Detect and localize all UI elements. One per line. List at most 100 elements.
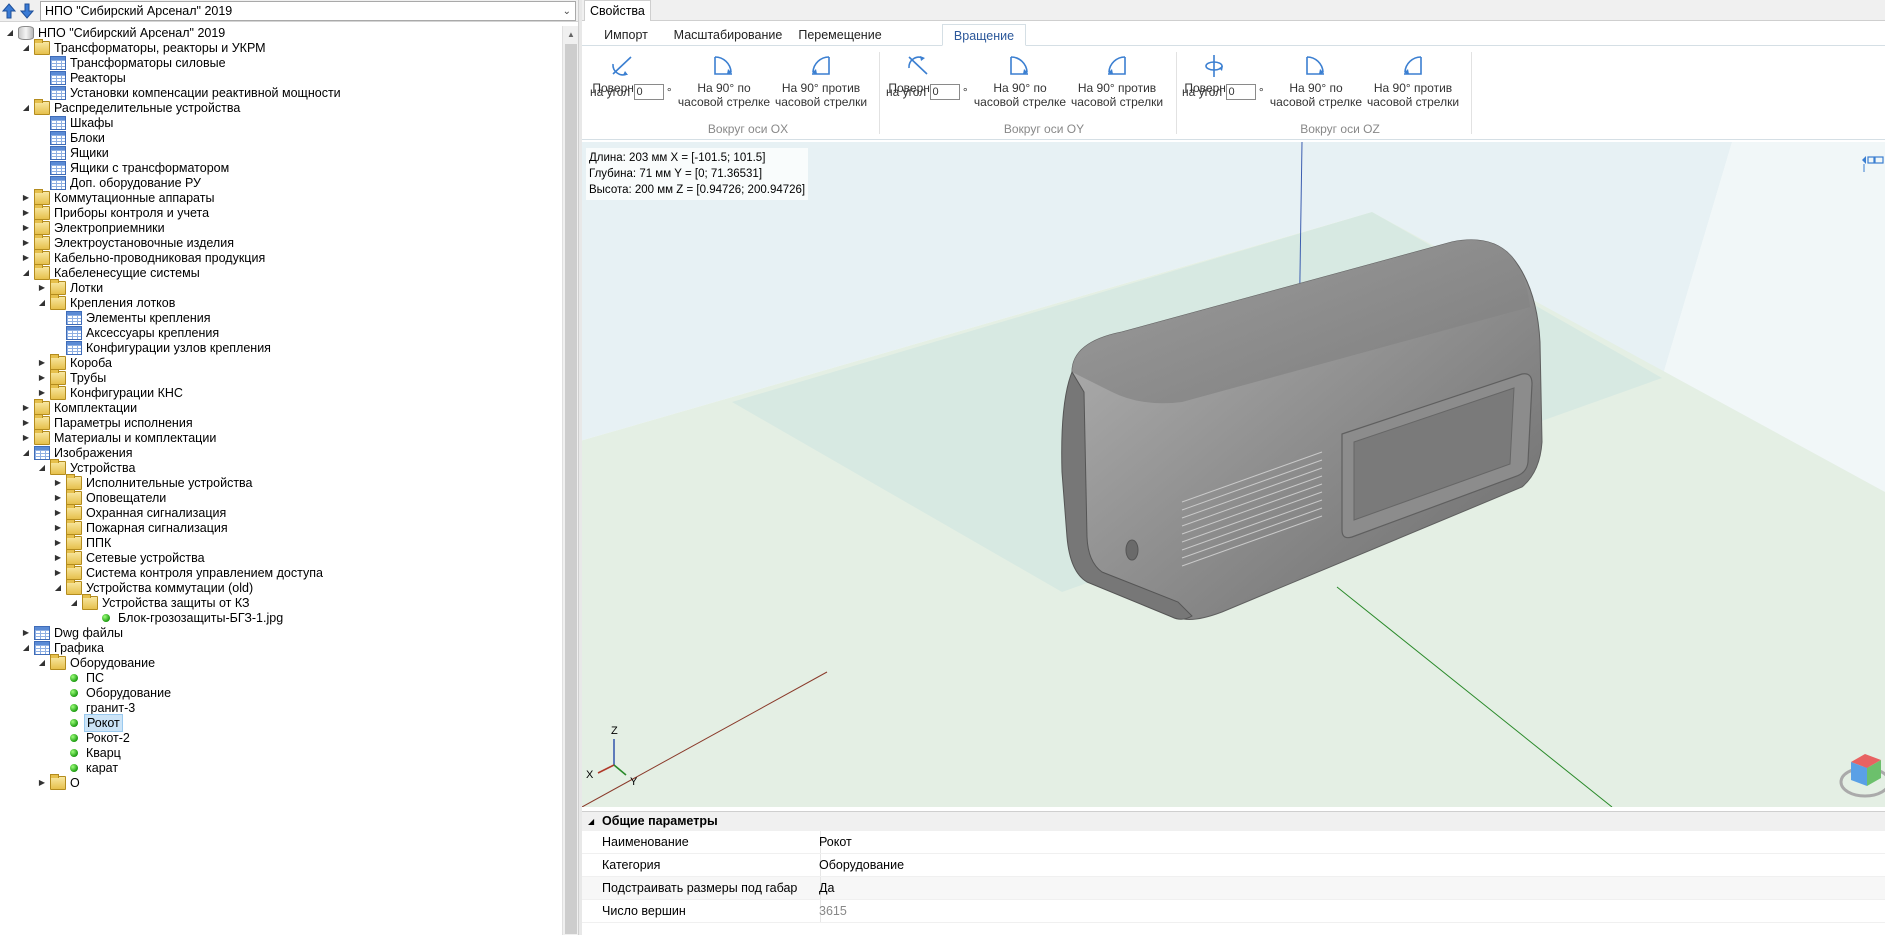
rotate-oz-cw-button[interactable]: На 90° по часовой стрелке <box>1268 54 1364 109</box>
tree-item[interactable]: ▶ О <box>0 774 560 792</box>
3d-scene <box>582 142 1885 807</box>
table-icon <box>34 641 50 655</box>
property-value-name[interactable]: Рокот <box>819 831 1885 853</box>
folder-icon <box>66 564 82 580</box>
rotate-ox-ccw-button[interactable]: На 90° против часовой стрелки <box>774 54 868 109</box>
move-down-arrow-icon[interactable] <box>19 2 35 20</box>
dimension-depth: Глубина: 71 мм Y = [0; 71.36531] <box>589 168 763 180</box>
rotate-cw-icon <box>714 56 732 75</box>
rotate-free-y-icon <box>908 56 928 75</box>
folder-icon <box>66 504 82 520</box>
scrollbar-thumb[interactable] <box>565 44 577 934</box>
property-row-name[interactable]: Наименование Рокот <box>582 831 1885 854</box>
rotate-oz-ccw-button[interactable]: На 90° против часовой стрелки <box>1366 54 1460 109</box>
table-icon <box>66 311 82 325</box>
table-icon <box>66 341 82 355</box>
group-label-oz: Вокруг оси OZ <box>1300 122 1380 136</box>
rotate-free-x-icon <box>612 56 632 76</box>
folder-open-icon <box>50 654 66 670</box>
folder-icon <box>34 399 50 415</box>
catalog-select[interactable]: НПО "Сибирский Арсенал" 2019 ⌄ <box>40 1 576 21</box>
tree-expand-icon[interactable]: ▶ <box>36 774 48 792</box>
oy-angle-row: на угол 0 ° <box>886 84 968 100</box>
folder-icon <box>66 489 82 505</box>
property-value-vertex-count: 3615 <box>819 900 1885 922</box>
folder-icon <box>50 384 66 400</box>
rotate-ox-cw-button[interactable]: На 90° по часовой стрелке <box>676 54 772 109</box>
scroll-up-arrow-icon[interactable]: ▲ <box>567 30 575 39</box>
navigation-cube-icon[interactable] <box>1837 742 1885 798</box>
view-mode-icon[interactable] <box>1860 154 1885 174</box>
tab-rotation[interactable]: Вращение <box>942 24 1026 46</box>
tab-scaling[interactable]: Масштабирование <box>666 24 790 46</box>
oy-ccw-label-bottom: часовой стрелки <box>1070 95 1164 109</box>
folder-icon <box>50 369 66 385</box>
property-value-text: Оборудование <box>819 858 905 872</box>
catalog-select-value: НПО "Сибирский Арсенал" 2019 <box>45 4 233 18</box>
property-row-fit-size[interactable]: Подстраивать размеры под габарит... Да <box>582 877 1885 900</box>
folder-icon <box>66 549 82 565</box>
table-icon <box>50 56 66 70</box>
ox-cw-label-top: На 90° по <box>697 81 751 95</box>
dimensions-overlay: Длина: 203 мм X = [-101.5; 101.5] Глубин… <box>586 148 809 200</box>
table-icon <box>66 326 82 340</box>
oy-degree-sign: ° <box>962 85 968 99</box>
oy-cw-label-top: На 90° по <box>993 81 1047 95</box>
folder-icon <box>50 279 66 295</box>
ox-angle-input[interactable]: 0 <box>633 84 664 100</box>
property-row-category[interactable]: Категория Оборудование <box>582 854 1885 877</box>
folder-icon <box>34 249 50 265</box>
3d-viewport[interactable]: Длина: 203 мм X = [-101.5; 101.5] Глубин… <box>582 142 1885 807</box>
oz-cw-label-top: На 90° по <box>1289 81 1343 95</box>
dimension-length: Длина: 203 мм X = [-101.5; 101.5] <box>589 152 766 164</box>
tree-scrollbar[interactable]: ▲ <box>562 26 578 935</box>
rotate-oy-cw-button[interactable]: На 90° по часовой стрелке <box>972 54 1068 109</box>
property-value-fit-size[interactable]: Да <box>819 877 1885 899</box>
table-icon <box>50 161 66 175</box>
table-icon <box>50 146 66 160</box>
folder-open-icon <box>34 99 50 115</box>
folder-icon <box>66 519 82 535</box>
database-icon <box>18 26 34 40</box>
table-icon <box>50 86 66 100</box>
ox-ccw-label-top: На 90° против <box>781 81 861 95</box>
category-general[interactable]: ◢ Общие параметры <box>582 812 1885 831</box>
axis-label-y: Y <box>630 776 638 788</box>
tab-properties[interactable]: Свойства <box>584 0 651 21</box>
tab-moving[interactable]: Перемещение <box>792 24 888 46</box>
tree-item-label: О <box>70 776 80 790</box>
property-row-vertex-count: Число вершин 3615 <box>582 900 1885 923</box>
chevron-down-icon: ⌄ <box>562 6 571 17</box>
category-title: Общие параметры <box>602 814 718 828</box>
folder-icon <box>34 414 50 430</box>
table-icon <box>34 626 50 640</box>
rotate-cw-icon <box>1010 56 1028 75</box>
oz-angle-label: на угол <box>1182 85 1223 99</box>
property-name: Категория <box>602 858 661 872</box>
tab-import[interactable]: Импорт <box>588 24 664 46</box>
property-name: Наименование <box>602 835 689 849</box>
oz-cw-label-bottom: часовой стрелке <box>1269 95 1363 109</box>
table-icon <box>50 176 66 190</box>
oz-angle-input[interactable]: 0 <box>1225 84 1256 100</box>
property-name: Подстраивать размеры под габарит... <box>602 881 798 895</box>
rotate-ccw-icon <box>1108 56 1126 75</box>
folder-icon <box>66 474 82 490</box>
move-up-arrow-icon[interactable] <box>1 2 17 20</box>
green-dot-icon <box>70 674 78 682</box>
oy-angle-input[interactable]: 0 <box>929 84 960 100</box>
dimension-height: Высота: 200 мм Z = [0.94726; 200.94726] <box>589 184 806 196</box>
rotate-oy-ccw-button[interactable]: На 90° против часовой стрелки <box>1070 54 1164 109</box>
oy-angle-label: на угол <box>886 85 927 99</box>
collapse-triangle-icon[interactable]: ◢ <box>588 812 594 831</box>
property-value-category[interactable]: Оборудование <box>819 854 1885 876</box>
folder-open-icon <box>34 264 50 280</box>
folder-icon <box>34 219 50 235</box>
oz-ccw-label-top: На 90° против <box>1373 81 1453 95</box>
table-icon <box>50 71 66 85</box>
green-dot-icon <box>70 734 78 742</box>
rotation-ribbon: Повернуть на угол 0 ° На 90° по часовой … <box>582 46 1885 140</box>
table-icon <box>34 446 50 460</box>
ox-degree-sign: ° <box>666 85 672 99</box>
rotate-cw-icon <box>1306 56 1324 75</box>
